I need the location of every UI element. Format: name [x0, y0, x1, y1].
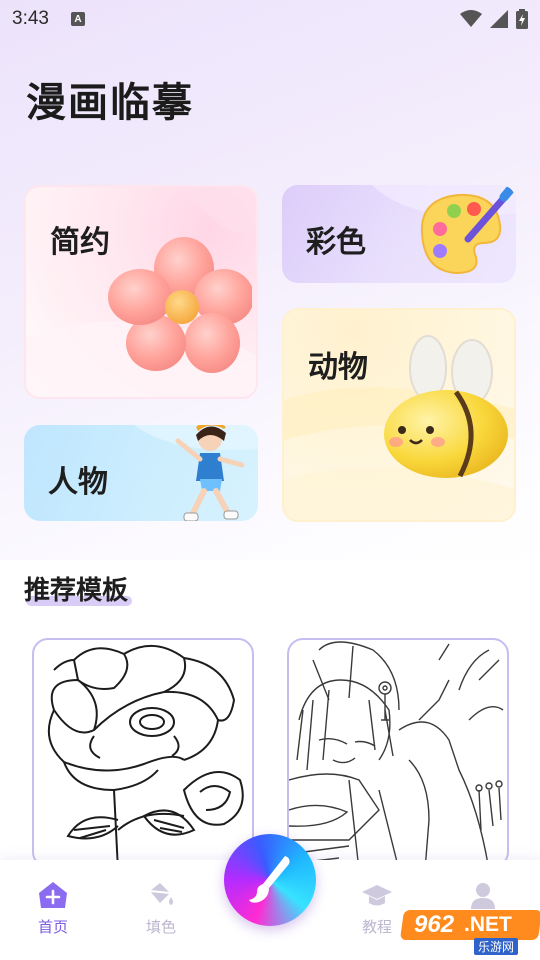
category-label-animal: 动物 [308, 350, 368, 385]
category-card-person[interactable]: 人物 [24, 425, 258, 521]
graduation-cap-icon [360, 880, 394, 910]
user-icon [466, 880, 500, 910]
palette-icon [420, 185, 516, 275]
home-icon [36, 880, 70, 910]
character-line-art [289, 641, 504, 866]
template-card-character[interactable] [287, 638, 509, 868]
brush-icon [249, 856, 290, 903]
paint-bucket-icon [144, 880, 178, 910]
site-watermark: 962 .NET 乐游网 [399, 910, 540, 955]
tab-fill[interactable]: 填色 [126, 880, 196, 937]
flower-line-art [47, 644, 244, 866]
app-title: 漫画临摹 [26, 79, 194, 126]
battery-icon [516, 9, 528, 29]
status-time: 3:43 [12, 8, 49, 29]
notification-icon: A [70, 12, 85, 26]
category-card-animal[interactable]: 动物 [282, 308, 516, 522]
section-title: 推荐模板 [24, 576, 129, 606]
watermark-suffix: .NET [464, 913, 512, 936]
category-label-color: 彩色 [306, 225, 366, 260]
watermark-sub: 乐游网 [474, 938, 519, 955]
category-card-simple[interactable]: 简约 [24, 185, 258, 399]
category-label-person: 人物 [48, 465, 108, 500]
bee-icon [384, 335, 508, 478]
tab-fill-label: 填色 [145, 918, 176, 936]
girl-figure-icon [175, 425, 245, 521]
flower-icon [108, 237, 252, 373]
tab-home[interactable]: 首页 [18, 880, 88, 937]
category-card-color[interactable]: 彩色 [282, 185, 516, 283]
watermark-number: 962 [414, 911, 455, 938]
signal-icon [490, 10, 508, 28]
status-bar: 3:43 A [0, 0, 540, 38]
draw-brush-button[interactable] [224, 834, 316, 926]
wifi-icon [460, 10, 482, 27]
category-label-simple: 简约 [50, 225, 110, 260]
tab-home-label: 首页 [37, 918, 68, 936]
tab-tutorial-label: 教程 [361, 918, 392, 936]
status-right [460, 9, 528, 29]
template-card-flower[interactable] [32, 638, 254, 868]
